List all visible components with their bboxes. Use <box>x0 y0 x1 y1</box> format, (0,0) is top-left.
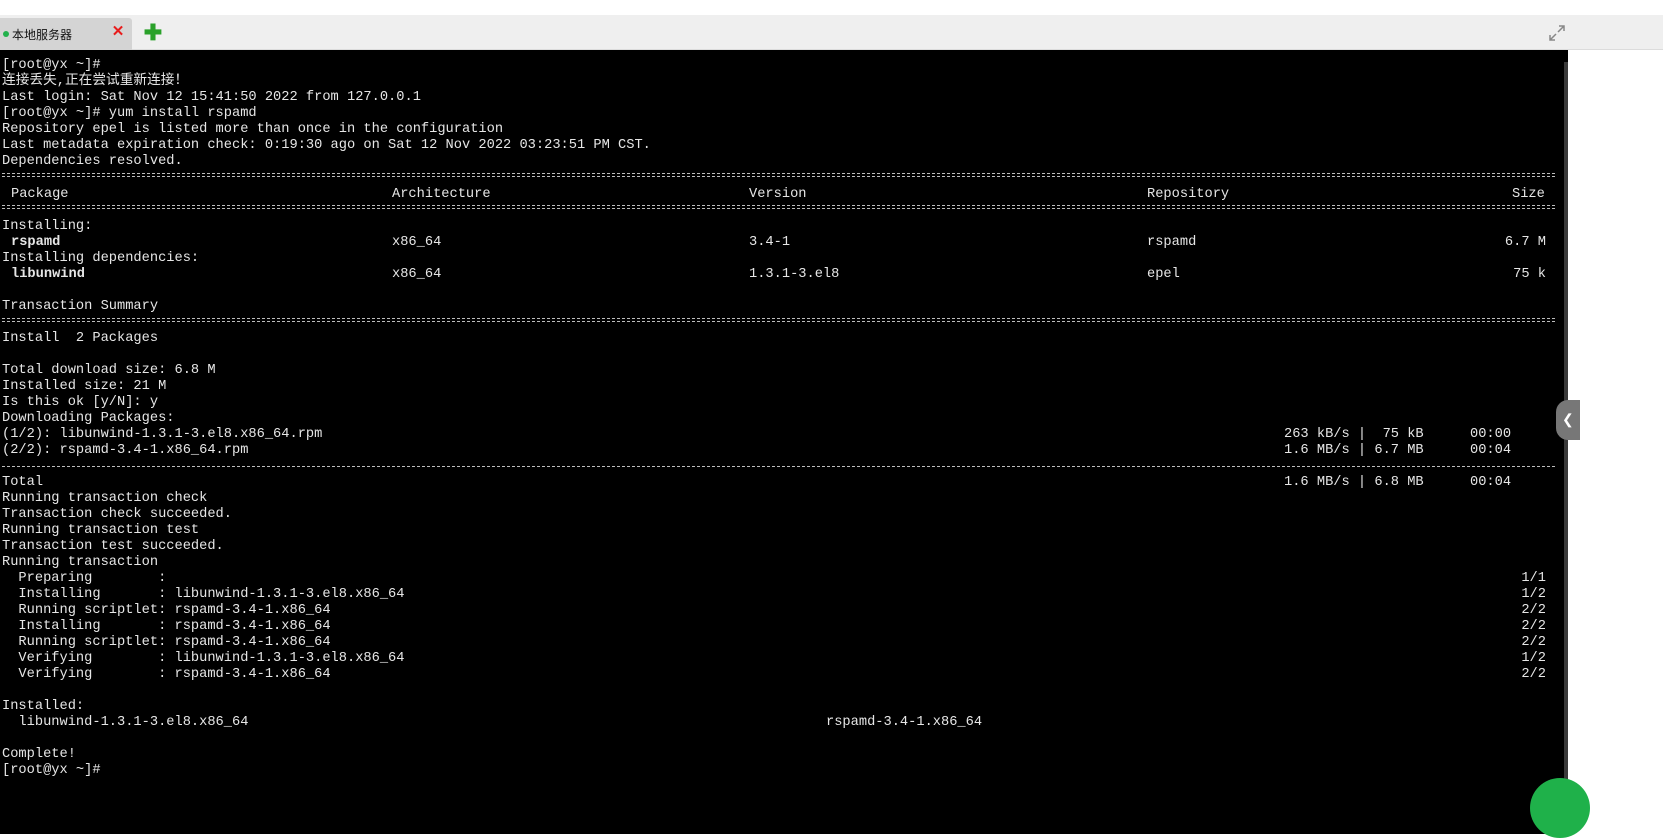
download-speed: 263 kB/s | 75 kB <box>1284 427 1424 442</box>
tab-label: 本地服务器 <box>12 28 73 42</box>
expand-icon[interactable] <box>1548 24 1566 42</box>
step-count: 2/2 <box>1521 603 1546 618</box>
step-text: Running scriptlet: rspamd-3.4-1.x86_64 <box>2 635 331 650</box>
download-file: (2/2): rspamd-3.4-1.x86_64.rpm <box>2 443 249 458</box>
package-arch: x86_64 <box>392 267 442 282</box>
step-count: 1/2 <box>1521 587 1546 602</box>
side-panel-toggle[interactable]: ❮ <box>1556 400 1580 440</box>
terminal-line: Downloading Packages: <box>2 411 175 426</box>
window-top-strip <box>0 0 1663 15</box>
terminal-line: Transaction check succeeded. <box>2 507 232 522</box>
transaction-summary: Transaction Summary <box>2 299 159 314</box>
terminal-line: Installed size: 21 M <box>2 379 167 394</box>
chevron-left-icon: ❮ <box>1562 411 1574 427</box>
step-count: 2/2 <box>1521 619 1546 634</box>
package-version: 3.4-1 <box>749 235 791 250</box>
step-text: Installing : rspamd-3.4-1.x86_64 <box>2 619 331 634</box>
download-time: 00:04 <box>1470 443 1512 458</box>
step-text: Verifying : libunwind-1.3.1-3.el8.x86_64 <box>2 651 405 666</box>
header-architecture: Architecture <box>392 187 491 202</box>
package-repo: epel <box>1147 267 1180 282</box>
header-size: Size <box>1512 187 1545 202</box>
terminal-line: Transaction test succeeded. <box>2 539 224 554</box>
package-repo: rspamd <box>1147 235 1197 250</box>
terminal-line: 连接丢失,正在尝试重新连接！ <box>2 74 189 89</box>
package-size: 75 k <box>1513 267 1546 282</box>
download-file: (1/2): libunwind-1.3.1-3.el8.x86_64.rpm <box>2 427 323 442</box>
step-count: 1/1 <box>1521 571 1546 586</box>
step-text: Preparing : <box>2 571 167 586</box>
package-arch: x86_64 <box>392 235 442 250</box>
terminal-line: Running transaction <box>2 555 159 570</box>
terminal-line: Last metadata expiration check: 0:19:30 … <box>2 138 651 153</box>
step-text: Verifying : rspamd-3.4-1.x86_64 <box>2 667 331 682</box>
complete-message: Complete! <box>2 747 76 762</box>
terminal-line: [root@yx ~]# yum install rspamd <box>2 106 257 121</box>
shell-prompt[interactable]: [root@yx ~]# <box>2 763 101 779</box>
step-count: 1/2 <box>1521 651 1546 666</box>
terminal-line: Repository epel is listed more than once… <box>2 122 504 137</box>
installed-package: libunwind-1.3.1-3.el8.x86_64 <box>2 715 249 730</box>
separator-single <box>2 466 1555 467</box>
tab-bar: 本地服务器 ✕ ✚ <box>0 15 1663 50</box>
terminal-line: Dependencies resolved. <box>2 154 183 169</box>
step-count: 2/2 <box>1521 635 1546 650</box>
total-label: Total <box>2 475 44 490</box>
separator-double <box>2 173 1555 177</box>
download-speed: 1.6 MB/s | 6.7 MB <box>1284 443 1424 458</box>
download-time: 00:00 <box>1470 427 1512 442</box>
total-speed: 1.6 MB/s | 6.8 MB <box>1284 475 1424 490</box>
terminal-output[interactable]: [root@yx ~]# 连接丢失,正在尝试重新连接！ Last login: … <box>0 50 1568 834</box>
terminal-line: Total download size: 6.8 M <box>2 363 216 378</box>
connected-dot-icon <box>3 31 9 37</box>
header-package: Package <box>11 187 69 202</box>
package-size: 6.7 M <box>1504 235 1546 250</box>
terminal-line: Last login: Sat Nov 12 15:41:50 2022 fro… <box>2 90 421 105</box>
terminal-line: Running transaction check <box>2 491 208 506</box>
right-panel <box>1568 50 1663 834</box>
total-time: 00:04 <box>1470 475 1512 490</box>
header-repository: Repository <box>1147 187 1230 202</box>
header-version: Version <box>749 187 807 202</box>
step-text: Installing : libunwind-1.3.1-3.el8.x86_6… <box>2 587 405 602</box>
step-text: Running scriptlet: rspamd-3.4-1.x86_64 <box>2 603 331 618</box>
plus-icon[interactable]: ✚ <box>143 22 163 44</box>
separator-double <box>2 318 1555 322</box>
terminal-line: [root@yx ~]# <box>2 58 101 73</box>
terminal-line: Running transaction test <box>2 523 200 538</box>
terminal-line: Is this ok [y/N]: y <box>2 395 159 410</box>
package-name: libunwind <box>11 267 85 282</box>
floating-action-button[interactable] <box>1530 778 1590 838</box>
install-count: Install 2 Packages <box>2 331 159 346</box>
tab-local-server[interactable]: 本地服务器 ✕ <box>0 18 132 50</box>
separator-double <box>2 205 1555 209</box>
step-count: 2/2 <box>1521 667 1546 682</box>
installed-package: rspamd-3.4-1.x86_64 <box>826 715 983 730</box>
package-version: 1.3.1-3.el8 <box>749 267 840 282</box>
close-icon[interactable]: ✕ <box>108 22 128 42</box>
deps-label: Installing dependencies: <box>2 251 200 266</box>
installing-label: Installing: <box>2 219 93 234</box>
package-name: rspamd <box>11 235 61 250</box>
installed-label: Installed: <box>2 699 85 714</box>
